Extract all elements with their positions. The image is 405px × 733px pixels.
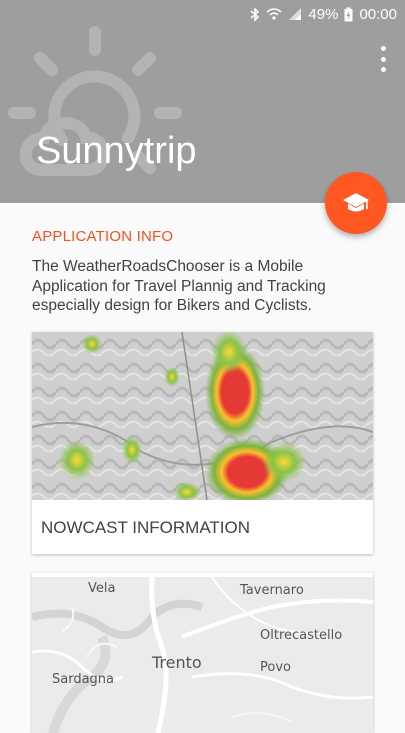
app-header: 49% 00:00 Sunnytrip [0, 0, 405, 203]
nowcast-card-label: NOWCAST INFORMATION [41, 518, 251, 537]
map-card[interactable]: Vela Tavernaro Oltrecastello Trento Povo… [32, 573, 373, 733]
app-description: The WeatherRoadsChooser is a Mobile Appl… [32, 258, 326, 314]
map-label-trento: Trento [151, 653, 202, 672]
clock: 00:00 [359, 5, 397, 23]
page-title: Sunnytrip [36, 130, 197, 172]
bluetooth-icon [250, 6, 260, 22]
map-label-povo: Povo [260, 660, 291, 675]
signal-icon [288, 7, 302, 21]
map-label-tavernaro: Tavernaro [239, 583, 304, 598]
school-fab-button[interactable] [325, 172, 387, 234]
battery-charging-icon [344, 7, 353, 22]
battery-percent: 49% [308, 5, 339, 23]
map-label-oltrecastello: Oltrecastello [260, 628, 342, 643]
map-label-vela: Vela [88, 581, 115, 596]
map-label-sardagna: Sardagna [52, 672, 114, 687]
nowcast-card[interactable]: NOWCAST INFORMATION [32, 332, 373, 554]
section-title: APPLICATION INFO [32, 228, 174, 245]
road-map-image: Vela Tavernaro Oltrecastello Trento Povo… [32, 576, 373, 733]
radar-map-image [32, 332, 373, 500]
sun-cloud-icon [8, 26, 182, 176]
status-bar: 49% 00:00 [0, 0, 405, 28]
wifi-icon [266, 7, 282, 21]
school-icon [343, 193, 369, 212]
overflow-menu-icon[interactable] [375, 46, 391, 72]
